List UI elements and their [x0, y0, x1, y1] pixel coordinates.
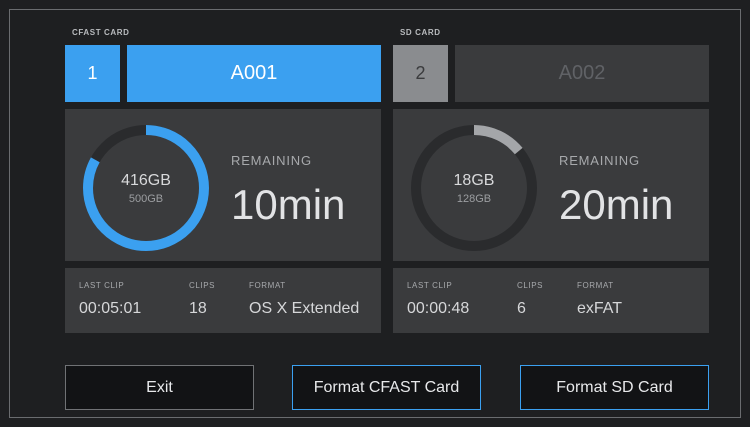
used-capacity: 416GB	[121, 171, 171, 189]
card-label: CFAST CARD	[72, 28, 130, 37]
remaining-label: REMAINING	[231, 153, 312, 168]
clips-label: CLIPS	[517, 281, 544, 290]
remaining-time: 10min	[231, 181, 346, 228]
last-clip-label: LAST CLIP	[407, 281, 453, 290]
clip-info-panel: LAST CLIP 00:05:01 CLIPS 18 FORMAT OS X …	[65, 268, 381, 333]
clip-info-panel: LAST CLIP 00:00:48 CLIPS 6 FORMAT exFAT	[393, 268, 709, 333]
card-label: SD CARD	[400, 28, 441, 37]
sd-slot-selector[interactable]: 2 A002	[393, 45, 709, 102]
ring-capacity: 416GB 500GB	[81, 123, 211, 253]
storage-panel: 18GB 128GB REMAINING 20min	[393, 109, 709, 261]
last-clip-value: 00:00:48	[407, 300, 470, 317]
format-value: exFAT	[577, 300, 623, 317]
media-format-panel: CFAST CARD 1 A001 416GB 500GB REMAINING …	[9, 9, 741, 418]
format-label: FORMAT	[249, 281, 286, 290]
exit-button[interactable]: Exit	[65, 365, 254, 410]
format-value: OS X Extended	[249, 300, 360, 317]
clip-name[interactable]: A001	[127, 45, 381, 102]
remaining-label: REMAINING	[559, 153, 640, 168]
cfast-slot-selector[interactable]: 1 A001	[65, 45, 381, 102]
clips-value: 18	[189, 300, 207, 317]
clips-label: CLIPS	[189, 281, 216, 290]
storage-panel: 416GB 500GB REMAINING 10min	[65, 109, 381, 261]
last-clip-label: LAST CLIP	[79, 281, 125, 290]
remaining-time: 20min	[559, 181, 674, 228]
total-capacity: 128GB	[456, 192, 492, 205]
slot-number[interactable]: 2	[393, 45, 448, 102]
clip-name[interactable]: A002	[455, 45, 709, 102]
used-capacity: 18GB	[453, 171, 495, 189]
ring-capacity: 18GB 128GB	[409, 123, 539, 253]
clips-value: 6	[517, 300, 526, 317]
slot-number[interactable]: 1	[65, 45, 120, 102]
last-clip-value: 00:05:01	[79, 300, 142, 317]
format-sd-button[interactable]: Format SD Card	[520, 365, 709, 410]
total-capacity: 500GB	[128, 192, 164, 205]
format-cfast-button[interactable]: Format CFAST Card	[292, 365, 481, 410]
format-label: FORMAT	[577, 281, 614, 290]
